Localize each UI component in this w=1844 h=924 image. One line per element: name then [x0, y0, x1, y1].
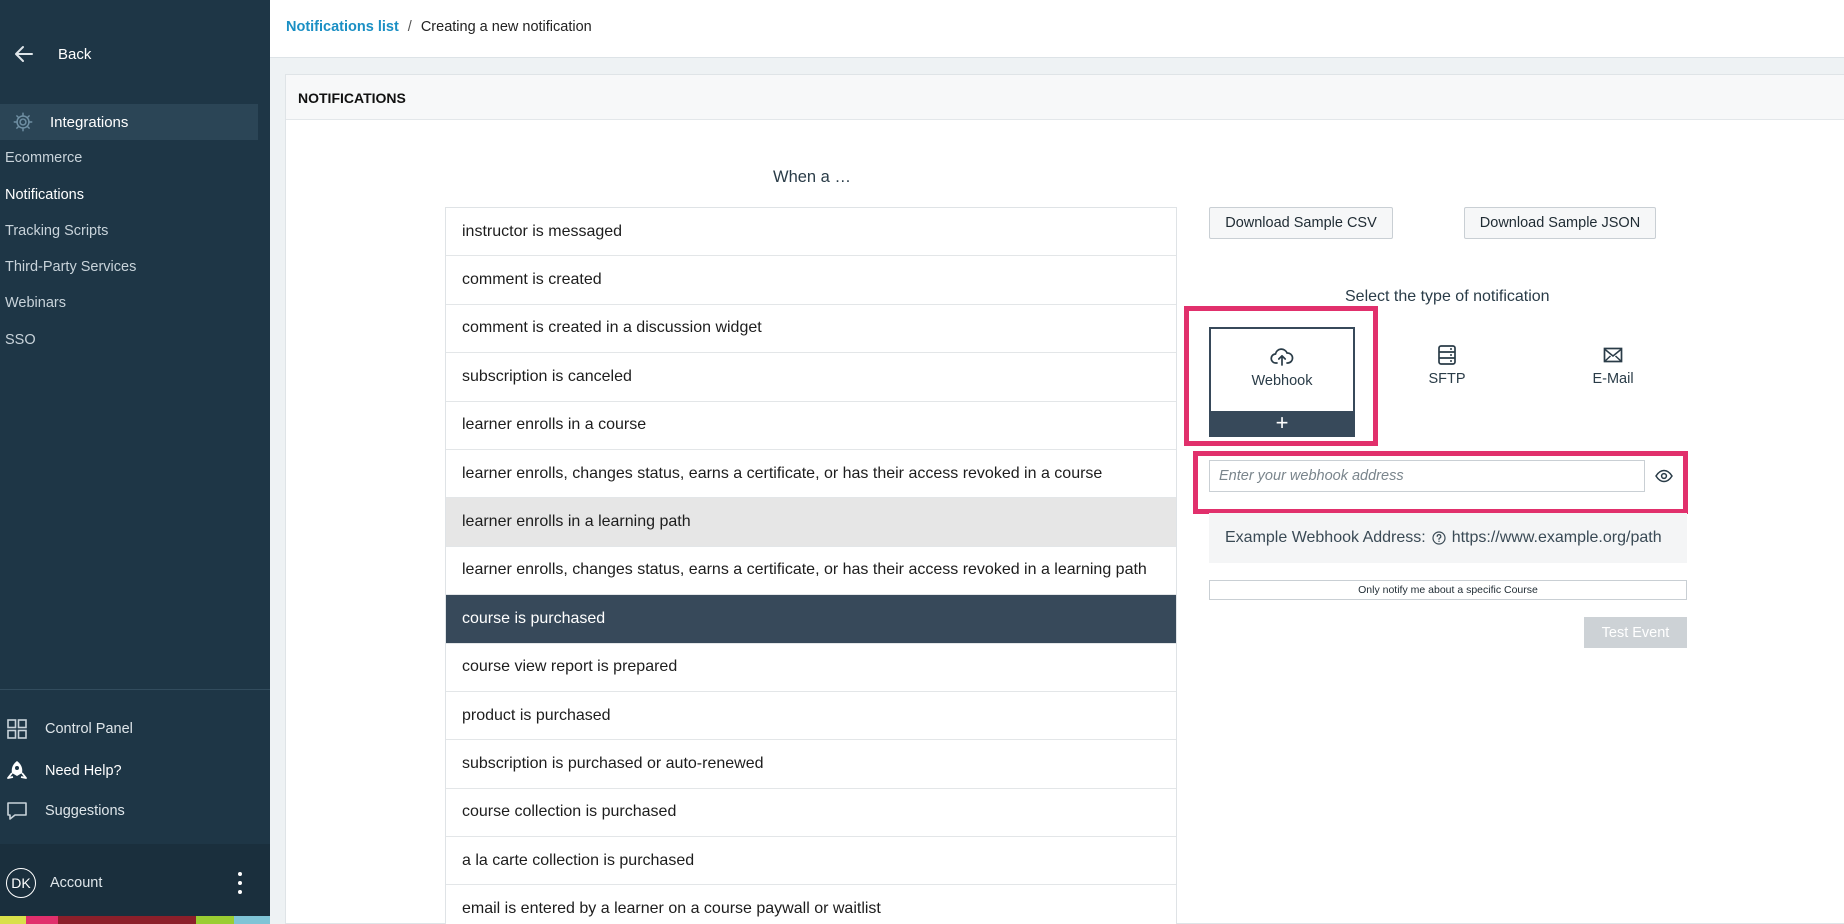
- eye-icon[interactable]: [1655, 468, 1673, 484]
- arrow-left-icon: [15, 46, 33, 62]
- envelope-icon: [1601, 343, 1625, 367]
- event-row[interactable]: comment is created: [446, 256, 1176, 305]
- select-type-label: Select the type of notification: [1345, 288, 1550, 305]
- breadcrumb-current: Creating a new notification: [420, 19, 592, 35]
- example-webhook-box: Example Webhook Address: https://www.exa…: [1209, 513, 1687, 563]
- suggestions-link[interactable]: Suggestions: [5, 799, 125, 823]
- sidebar-item-tracking-scripts[interactable]: Tracking Scripts: [5, 223, 108, 239]
- sidebar-item-notifications[interactable]: Notifications: [5, 187, 84, 203]
- event-row[interactable]: a la carte collection is purchased: [446, 837, 1176, 886]
- sidebar-divider: [0, 689, 270, 690]
- panel-title: NOTIFICATIONS: [298, 90, 406, 106]
- when-label: When a …: [773, 168, 851, 186]
- breadcrumb: Notifications list / Creating a new noti…: [286, 19, 592, 35]
- event-row[interactable]: course view report is prepared: [446, 643, 1176, 692]
- need-help-link[interactable]: Need Help?: [5, 759, 122, 783]
- type-card-email[interactable]: E-Mail: [1540, 327, 1686, 437]
- event-row[interactable]: learner enrolls, changes status, earns a…: [446, 546, 1176, 596]
- back-button[interactable]: Back: [12, 42, 91, 66]
- example-webhook-url: https://www.example.org/path: [1451, 529, 1662, 546]
- download-sample-json-button[interactable]: Download Sample JSON: [1464, 207, 1656, 239]
- event-row[interactable]: learner enrolls in a course: [446, 401, 1176, 450]
- sidebar-item-ecommerce[interactable]: Ecommerce: [5, 150, 82, 166]
- type-card-webhook[interactable]: Webhook +: [1209, 327, 1355, 437]
- top-bar: Notifications list / Creating a new noti…: [270, 0, 1844, 58]
- control-panel-label: Control Panel: [45, 721, 133, 737]
- more-options-icon[interactable]: [236, 872, 244, 894]
- type-card-sftp[interactable]: SFTP: [1374, 327, 1520, 437]
- account-link[interactable]: DK Account: [6, 868, 102, 898]
- event-row[interactable]: comment is created in a discussion widge…: [446, 304, 1176, 354]
- account-label: Account: [50, 875, 103, 891]
- breadcrumb-link-notifications-list[interactable]: Notifications list: [286, 19, 399, 35]
- sidebar-item-webinars[interactable]: Webinars: [5, 295, 66, 311]
- breadcrumb-separator: /: [407, 19, 412, 35]
- brand-color-strip: [0, 916, 270, 924]
- event-row[interactable]: course is purchased: [446, 595, 1176, 644]
- account-bar: DK Account: [0, 844, 270, 924]
- webhook-address-input[interactable]: [1209, 460, 1645, 492]
- grid-icon: [5, 717, 29, 741]
- event-row[interactable]: instructor is messaged: [446, 208, 1176, 257]
- event-row[interactable]: course collection is purchased: [446, 788, 1176, 838]
- avatar: DK: [6, 868, 36, 898]
- gear-icon: [13, 112, 33, 132]
- speech-bubble-icon: [5, 799, 29, 823]
- back-label: Back: [58, 45, 92, 63]
- specific-course-button[interactable]: Only notify me about a specific Course: [1209, 580, 1687, 600]
- type-card-label: E-Mail: [1592, 371, 1634, 387]
- server-icon: [1435, 343, 1459, 367]
- test-event-button[interactable]: Test Event: [1584, 617, 1687, 648]
- panel-header: NOTIFICATIONS: [286, 75, 1844, 120]
- sidebar-section-label: Integrations: [50, 113, 129, 131]
- event-row[interactable]: learner enrolls, changes status, earns a…: [446, 449, 1176, 499]
- suggestions-label: Suggestions: [45, 803, 125, 819]
- example-webhook-label: Example Webhook Address:: [1225, 529, 1426, 546]
- help-circle-icon[interactable]: [1432, 531, 1446, 545]
- event-row[interactable]: subscription is purchased or auto-renewe…: [446, 740, 1176, 789]
- event-row[interactable]: email is entered by a learner on a cours…: [446, 885, 1176, 924]
- cloud-upload-icon: [1270, 345, 1294, 369]
- type-card-label: Webhook: [1251, 373, 1313, 389]
- event-row[interactable]: subscription is canceled: [446, 353, 1176, 402]
- add-webhook-button[interactable]: +: [1211, 411, 1353, 435]
- sidebar: Back Integrations Ecommerce Notification…: [0, 0, 270, 924]
- rocket-icon: [5, 759, 29, 783]
- sidebar-item-sso[interactable]: SSO: [5, 332, 36, 348]
- event-list: instructor is messaged comment is created…: [445, 207, 1177, 924]
- event-row[interactable]: learner enrolls in a learning path: [446, 498, 1176, 547]
- sidebar-item-third-party-services[interactable]: Third-Party Services: [5, 259, 136, 275]
- event-row[interactable]: product is purchased: [446, 691, 1176, 741]
- download-sample-csv-button[interactable]: Download Sample CSV: [1209, 207, 1393, 239]
- control-panel-link[interactable]: Control Panel: [5, 717, 133, 741]
- need-help-label: Need Help?: [45, 763, 122, 779]
- type-card-label: SFTP: [1428, 371, 1466, 387]
- sidebar-section-integrations[interactable]: Integrations: [0, 104, 258, 140]
